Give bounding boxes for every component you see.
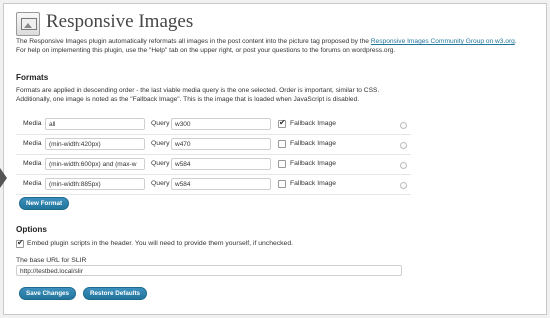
description-text: The Responsive Images plugin automatical… <box>16 38 371 45</box>
embed-scripts-label: Embed plugin scripts in the header. You … <box>27 240 293 247</box>
media-label: Media <box>23 180 42 187</box>
media-label: Media <box>23 120 42 127</box>
query-input[interactable]: w584 <box>171 158 271 170</box>
query-label: Query <box>151 120 170 127</box>
media-input[interactable]: (min-width:420px) <box>45 138 145 150</box>
remove-format-icon[interactable] <box>400 182 407 189</box>
remove-format-icon[interactable] <box>400 122 407 129</box>
fallback-checkbox[interactable] <box>278 118 286 128</box>
page-title: Responsive Images <box>46 11 194 32</box>
format-row: Media all Query w300 Fallback Image <box>16 115 411 135</box>
fallback-label: Fallback Image <box>290 140 337 147</box>
media-input[interactable]: (min-width:600px) and (max-w <box>45 158 145 170</box>
new-format-button[interactable]: New Format <box>19 197 70 210</box>
formats-description: Formats are applied in descending order … <box>16 86 541 104</box>
help-text: For help on implementing this plugin, us… <box>16 47 396 54</box>
query-input[interactable]: w584 <box>171 178 271 190</box>
formats-table: Media all Query w300 Fallback Image Medi… <box>16 115 411 195</box>
query-label: Query <box>151 160 170 167</box>
query-label: Query <box>151 140 170 147</box>
community-group-link[interactable]: Responsive Images Community Group on w3.… <box>371 38 515 45</box>
fallback-checkbox[interactable] <box>278 180 286 188</box>
media-settings-icon <box>16 12 40 36</box>
fallback-label: Fallback Image <box>290 120 337 127</box>
formats-desc-line-1: Formats are applied in descending order … <box>16 87 380 94</box>
media-input[interactable]: (min-width:885px) <box>45 178 145 190</box>
description-period: . <box>514 38 517 45</box>
fallback-label: Fallback Image <box>290 160 337 167</box>
formats-desc-line-2: Additionally, one image is noted as the … <box>16 96 360 103</box>
slir-url-label: The base URL for SLIR <box>16 257 87 264</box>
plugin-description: The Responsive Images plugin automatical… <box>16 37 541 55</box>
media-input[interactable]: all <box>45 118 145 130</box>
remove-format-icon[interactable] <box>400 162 407 169</box>
media-label: Media <box>23 140 42 147</box>
fallback-checkbox[interactable] <box>278 140 286 148</box>
options-heading: Options <box>16 225 47 234</box>
fallback-label: Fallback Image <box>290 180 337 187</box>
slir-url-input[interactable]: http://testbed.local/slir <box>16 265 402 276</box>
format-row: Media (min-width:885px) Query w584 Fallb… <box>16 175 411 195</box>
restore-defaults-button[interactable]: Restore Defaults <box>83 287 148 300</box>
save-changes-button[interactable]: Save Changes <box>19 287 77 300</box>
collapse-arrow-icon[interactable] <box>0 168 7 188</box>
media-label: Media <box>23 160 42 167</box>
query-input[interactable]: w470 <box>171 138 271 150</box>
query-input[interactable]: w300 <box>171 118 271 130</box>
formats-heading: Formats <box>16 73 49 82</box>
format-row: Media (min-width:600px) and (max-w Query… <box>16 155 411 175</box>
fallback-checkbox[interactable] <box>278 160 286 168</box>
embed-scripts-checkbox[interactable] <box>16 238 24 248</box>
settings-page: Responsive Images The Responsive Images … <box>3 3 547 315</box>
format-row: Media (min-width:420px) Query w470 Fallb… <box>16 135 411 155</box>
remove-format-icon[interactable] <box>400 142 407 149</box>
query-label: Query <box>151 180 170 187</box>
